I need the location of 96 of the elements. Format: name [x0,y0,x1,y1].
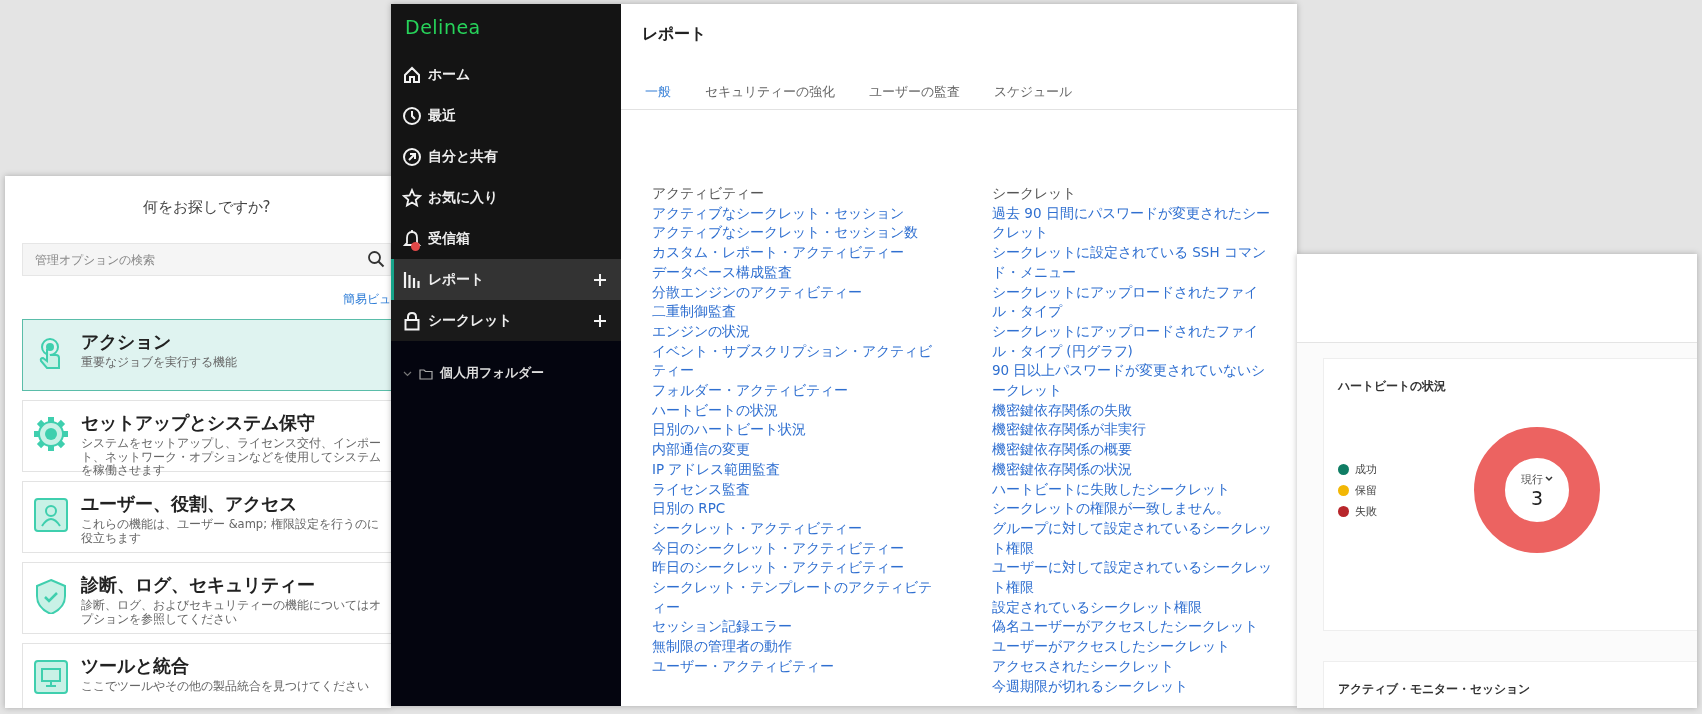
report-link[interactable]: 偽名ユーザーがアクセスしたシークレット [992,617,1277,638]
nav-item[interactable]: 受信箱 [391,218,621,259]
report-link[interactable]: 設定されているシークレット権限 [992,597,1277,618]
group-heading: シークレット [992,184,1077,203]
gear-icon [33,416,69,452]
nav-item[interactable]: 最近 [391,95,621,136]
star-icon [402,187,422,208]
tab[interactable]: セキュリティーの強化 [705,83,835,101]
report-link[interactable]: 分散エンジンのアクティビティー [652,282,937,303]
folder-icon [419,367,433,380]
report-link[interactable]: 機密鍵依存関係が非実行 [992,420,1277,441]
legend-label: 保留 [1355,482,1377,498]
report-link[interactable]: ユーザーに対して設定されているシークレット権限 [992,558,1277,598]
nav-item[interactable]: 自分と共有 [391,136,621,177]
plus-icon[interactable] [593,313,607,328]
category-title: アクション [81,330,172,354]
page-title: レポート [641,23,707,45]
report-link[interactable]: ユーザーがアクセスしたシークレット [992,637,1277,657]
plus-icon[interactable] [593,272,607,287]
report-link[interactable]: シークレットに設定されている SSH コマンド・メニュー [992,243,1277,283]
bar-chart-icon [402,269,422,290]
report-link[interactable]: カスタム・レポート・アクティビティー [652,243,937,263]
report-link[interactable]: アクセスされたシークレット [992,656,1277,677]
tab[interactable]: スケジュール [994,83,1072,101]
category-description: これらの機能は、ユーザー &amp; 権限設定を行うのに役立ちます [81,518,380,545]
folder-item[interactable]: 個人用フォルダー [391,341,621,382]
report-link[interactable]: 過去 90 日間にパスワードが変更されたシークレット [992,203,1277,244]
category-title: ユーザー、役割、アクセス [81,492,298,516]
report-link[interactable]: ハートビートに失敗したシークレット [992,479,1277,500]
category-card[interactable]: ツールと統合 ここでツールやその他の製品統合を見つけてください [22,643,391,708]
report-link[interactable]: ライセンス監査 [652,479,937,500]
logo: Delinea [404,15,482,40]
home-icon [402,64,422,85]
category-title: セットアップとシステム保守 [81,411,316,435]
report-link[interactable]: アクティブなシークレット・セッション [652,203,937,224]
report-link[interactable]: セッション記録エラー [652,617,937,638]
shield-check-icon [33,578,69,614]
report-link[interactable]: シークレット・テンプレートのアクティビティー [652,578,937,618]
current-dropdown[interactable]: 現行 [1521,471,1553,487]
report-link[interactable]: シークレットにアップロードされたファイル・タイプ (円グラフ) [992,321,1277,362]
user-icon [33,497,69,533]
report-link[interactable]: 内部通信の変更 [652,440,937,460]
simple-view-link[interactable]: 簡易ビュ [343,292,391,307]
report-link[interactable]: 無制限の管理者の動作 [652,637,937,657]
report-link[interactable]: IP アドレス範囲監査 [652,459,937,480]
report-link[interactable]: 日別のハートビート状況 [652,420,937,441]
search-field[interactable]: 管理オプションの検索 [22,243,391,276]
category-title: 診断、ログ、セキュリティー [81,573,316,597]
report-link[interactable]: エンジンの状況 [652,321,937,342]
tab[interactable]: ユーザーの監査 [869,83,960,101]
report-link[interactable]: グループに対して設定されているシークレット権限 [992,518,1277,559]
arrow-circle-icon [402,146,422,167]
widget-title: アクティブ・モニター・セッション [1338,682,1531,697]
tab[interactable]: 一般 [645,83,671,101]
chevron-down-icon [1545,476,1553,482]
category-title: ツールと統合 [81,654,190,678]
clock-icon [402,105,422,126]
lock-icon [402,310,422,331]
category-card[interactable]: アクション 重要なジョブを実行する機能 [22,319,391,391]
report-link[interactable]: ユーザー・アクティビティー [652,656,937,677]
legend-label: 失敗 [1355,503,1377,519]
report-link[interactable]: 昨日のシークレット・アクティビティー [652,558,937,579]
panel-title: 何をお探しですか? [141,198,272,217]
report-link[interactable]: シークレット・アクティビティー [652,518,937,539]
report-link[interactable]: アクティブなシークレット・セッション数 [652,223,937,244]
report-link[interactable]: 今週期限が切れるシークレット [992,676,1277,697]
report-link[interactable]: 90 日以上パスワードが変更されていないシークレット [992,361,1277,401]
nav-item[interactable]: レポート [391,259,621,300]
nav-item[interactable]: お気に入り [391,177,621,218]
report-link[interactable]: 今日のシークレット・アクティビティー [652,538,937,559]
group-heading: アクティビティー [652,184,765,203]
report-link[interactable]: シークレットの権限が一致しません。 [992,499,1277,519]
legend-label: 成功 [1355,461,1377,477]
report-link[interactable]: データベース構成監査 [652,262,937,283]
report-link[interactable]: 二重制御監査 [652,302,937,322]
report-link[interactable]: ハートビートの状況 [652,400,937,421]
report-link[interactable]: 機密鍵依存関係の失敗 [992,400,1277,421]
report-link[interactable]: 機密鍵依存関係の状況 [992,459,1277,480]
report-link[interactable]: 機密鍵依存関係の概要 [992,440,1277,460]
bell-icon [402,228,422,249]
category-description: ここでツールやその他の製品統合を見つけてください [81,680,369,694]
count-value: 3 [1530,486,1544,509]
monitor-icon [33,659,69,695]
category-description: 診断、ログ、およびセキュリティーの機能についてはオプションを参照してください [81,599,382,626]
widget-title: ハートビートの状況 [1338,379,1447,394]
report-link[interactable]: フォルダー・アクティビティー [652,381,937,401]
category-card[interactable]: ユーザー、役割、アクセス これらの機能は、ユーザー &amp; 権限設定を行うのに役立ちます [22,481,391,553]
category-description: 重要なジョブを実行する機能 [81,356,237,370]
nav-item[interactable]: シークレット [391,300,621,341]
category-card[interactable]: 診断、ログ、セキュリティー 診断、ログ、およびセキュリティーの機能についてはオプションを参照してください [22,562,391,634]
report-link[interactable]: イベント・サブスクリプション・アクティビティー [652,341,937,382]
report-link[interactable]: 日別の RPC [652,499,937,519]
report-link[interactable]: シークレットにアップロードされたファイル・タイプ [992,282,1277,322]
search-icon[interactable] [367,250,385,268]
chevron-down-icon [403,370,412,377]
nav-item[interactable]: ホーム [391,54,621,95]
